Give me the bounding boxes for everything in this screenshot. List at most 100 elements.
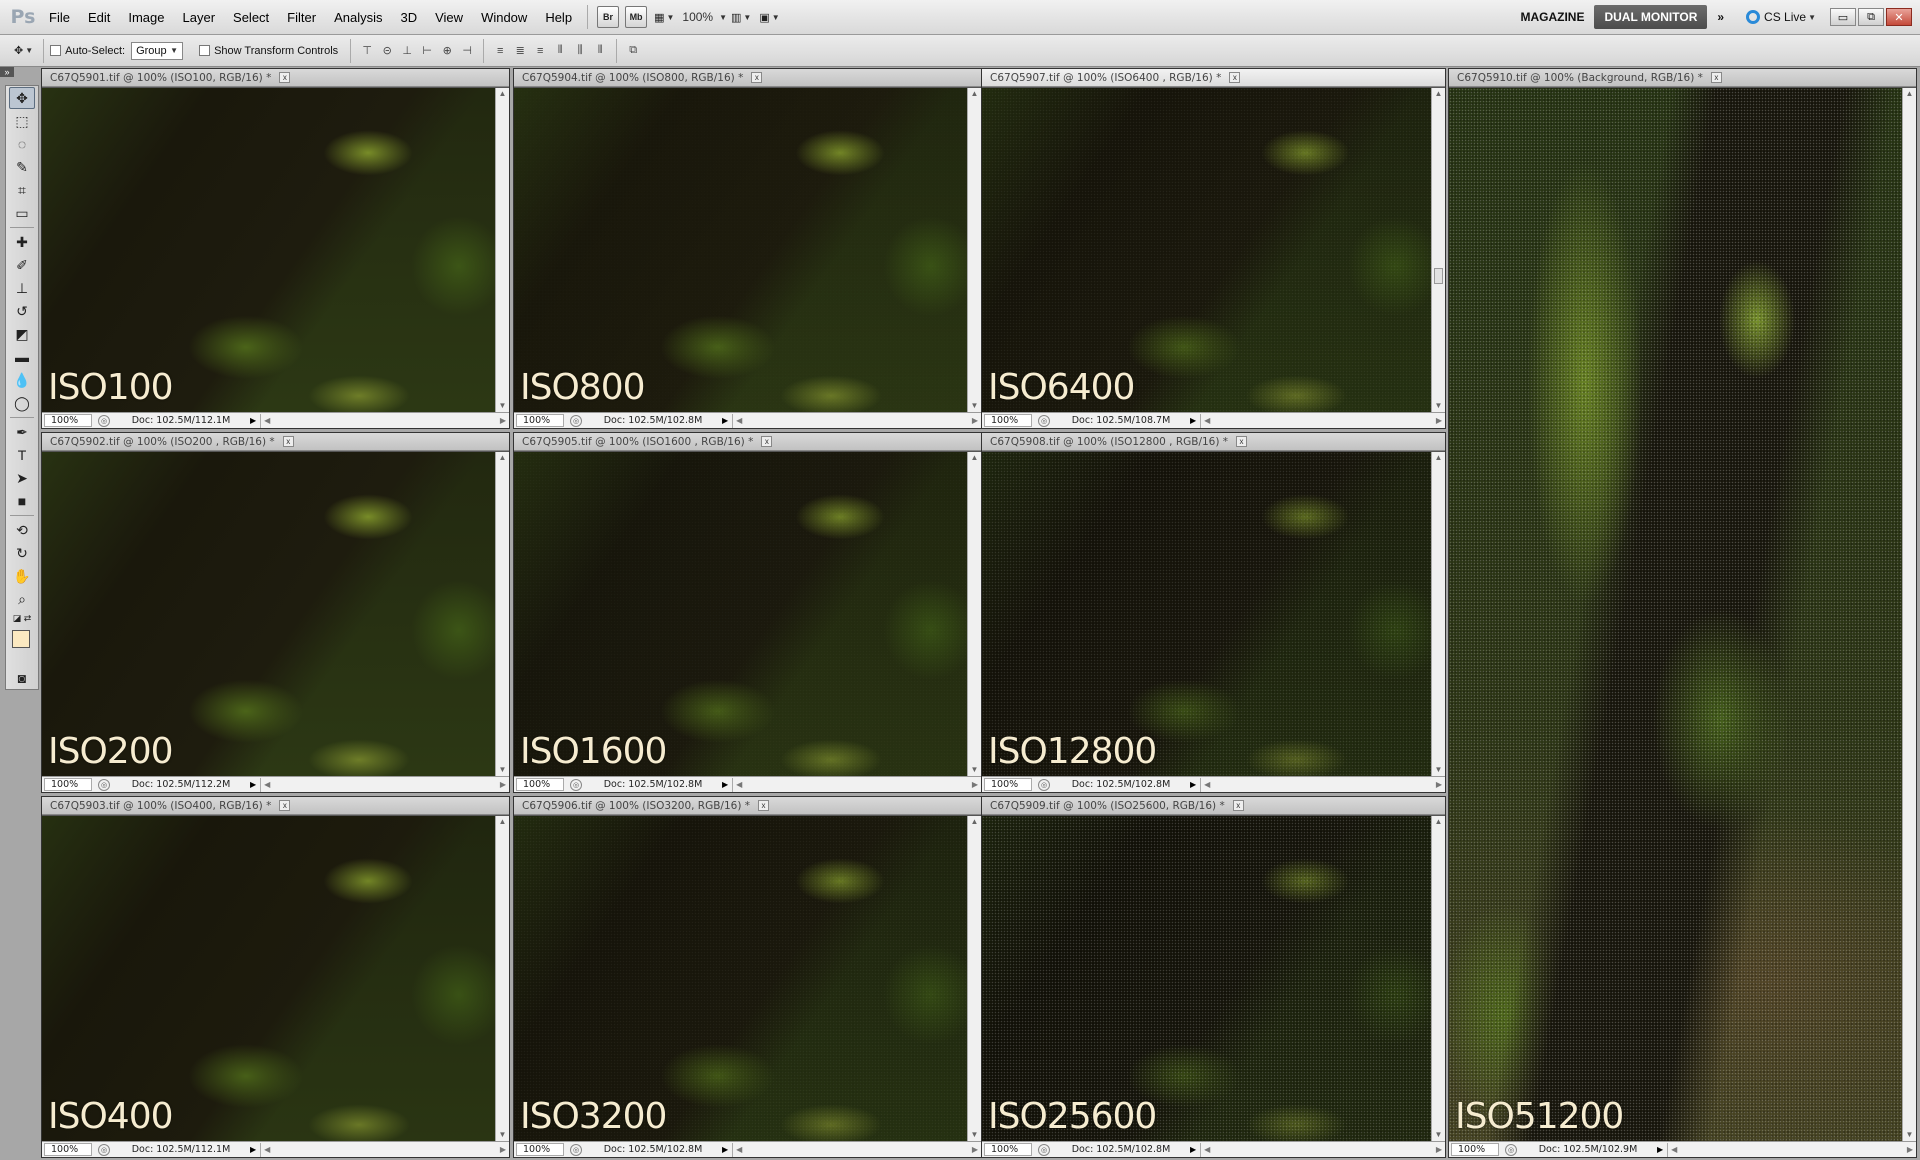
close-icon[interactable]: x bbox=[1232, 800, 1244, 811]
vertical-scrollbar[interactable]: ▲ ▼ bbox=[967, 816, 981, 1141]
zoom-level-field[interactable]: 100% bbox=[678, 10, 717, 24]
status-menu-arrow-icon[interactable]: ▶ bbox=[1190, 416, 1196, 425]
hand-tool-icon[interactable]: ✋ bbox=[9, 565, 35, 587]
align-top-icon[interactable]: ⊤ bbox=[359, 43, 375, 59]
align-hcenter-icon[interactable]: ⊕ bbox=[439, 43, 455, 59]
status-options-icon[interactable]: ◎ bbox=[1038, 414, 1050, 427]
document-tab[interactable]: C67Q5903.tif @ 100% (ISO400, RGB/16) * x bbox=[42, 797, 509, 815]
history-brush-tool-icon[interactable]: ↺ bbox=[9, 300, 35, 322]
status-options-icon[interactable]: ◎ bbox=[98, 1143, 110, 1156]
zoom-field[interactable]: 100% bbox=[44, 778, 92, 791]
close-icon[interactable]: x bbox=[751, 72, 763, 83]
horizontal-scrollbar[interactable]: ◀ ▶ bbox=[732, 777, 981, 792]
zoom-field[interactable]: 100% bbox=[984, 778, 1032, 791]
status-options-icon[interactable]: ◎ bbox=[570, 778, 582, 791]
scroll-up-icon[interactable]: ▲ bbox=[968, 816, 981, 828]
scroll-down-icon[interactable]: ▼ bbox=[1432, 400, 1445, 412]
image-canvas[interactable]: ISO6400 bbox=[982, 88, 1431, 412]
horizontal-scrollbar[interactable]: ◀ ▶ bbox=[260, 413, 509, 428]
image-canvas[interactable]: ISO3200 bbox=[514, 816, 967, 1141]
close-button[interactable]: ✕ bbox=[1886, 8, 1912, 26]
vertical-scrollbar[interactable]: ▲ ▼ bbox=[495, 452, 509, 776]
chevron-down-icon[interactable]: ▼ bbox=[719, 13, 727, 22]
horizontal-scrollbar[interactable]: ◀ ▶ bbox=[1200, 1142, 1445, 1157]
scroll-down-icon[interactable]: ▼ bbox=[968, 764, 981, 776]
quick-selection-tool-icon[interactable]: ✎ bbox=[9, 156, 35, 178]
image-canvas[interactable]: ISO200 bbox=[42, 452, 495, 776]
horizontal-scrollbar[interactable]: ◀ ▶ bbox=[732, 413, 981, 428]
zoom-field[interactable]: 100% bbox=[516, 778, 564, 791]
eraser-tool-icon[interactable]: ◩ bbox=[9, 323, 35, 345]
vertical-scrollbar[interactable]: ▲ ▼ bbox=[967, 452, 981, 776]
distribute-left-icon[interactable]: ⦀ bbox=[552, 43, 568, 59]
vertical-scrollbar[interactable]: ▲ ▼ bbox=[495, 88, 509, 412]
cs-live-menu[interactable]: CS Live ▼ bbox=[1746, 10, 1816, 24]
horizontal-scrollbar[interactable]: ◀ ▶ bbox=[1200, 413, 1445, 428]
align-bottom-icon[interactable]: ⊥ bbox=[399, 43, 415, 59]
restore-button[interactable]: ⧉ bbox=[1858, 8, 1884, 26]
bridge-button[interactable]: Br bbox=[597, 6, 620, 28]
gradient-tool-icon[interactable]: ▬ bbox=[9, 346, 35, 368]
quick-mask-icon[interactable]: ◙ bbox=[9, 667, 35, 689]
document-tab[interactable]: C67Q5909.tif @ 100% (ISO25600, RGB/16) *… bbox=[982, 797, 1445, 815]
scroll-right-icon[interactable]: ▶ bbox=[1436, 1145, 1442, 1154]
image-canvas[interactable]: ISO25600 bbox=[982, 816, 1431, 1141]
status-options-icon[interactable]: ◎ bbox=[1038, 1143, 1050, 1156]
scroll-right-icon[interactable]: ▶ bbox=[972, 780, 978, 789]
path-selection-tool-icon[interactable]: ➤ bbox=[9, 467, 35, 489]
image-canvas[interactable]: ISO100 bbox=[42, 88, 495, 412]
scroll-right-icon[interactable]: ▶ bbox=[1436, 780, 1442, 789]
scroll-up-icon[interactable]: ▲ bbox=[1432, 816, 1445, 828]
status-menu-arrow-icon[interactable]: ▶ bbox=[250, 1145, 256, 1154]
menu-3d[interactable]: 3D bbox=[391, 0, 426, 35]
scroll-up-icon[interactable]: ▲ bbox=[1432, 452, 1445, 464]
scroll-left-icon[interactable]: ◀ bbox=[264, 416, 270, 425]
menu-file[interactable]: File bbox=[40, 0, 79, 35]
menu-layer[interactable]: Layer bbox=[174, 0, 225, 35]
status-menu-arrow-icon[interactable]: ▶ bbox=[722, 780, 728, 789]
foreground-color-swatch[interactable] bbox=[12, 630, 30, 648]
zoom-tool-icon[interactable]: ⌕ bbox=[9, 588, 35, 610]
close-icon[interactable]: x bbox=[758, 800, 770, 811]
ruler-tool-icon[interactable]: ▭ bbox=[9, 202, 35, 224]
scroll-left-icon[interactable]: ◀ bbox=[736, 416, 742, 425]
distribute-vcenter-icon[interactable]: ≣ bbox=[512, 43, 528, 59]
pen-tool-icon[interactable]: ✒ bbox=[9, 421, 35, 443]
align-left-icon[interactable]: ⊢ bbox=[419, 43, 435, 59]
scroll-left-icon[interactable]: ◀ bbox=[736, 1145, 742, 1154]
vertical-scrollbar[interactable]: ▲ ▼ bbox=[967, 88, 981, 412]
status-options-icon[interactable]: ◎ bbox=[570, 1143, 582, 1156]
scroll-left-icon[interactable]: ◀ bbox=[1204, 780, 1210, 789]
distribute-bottom-icon[interactable]: ≡ bbox=[532, 43, 548, 59]
menu-filter[interactable]: Filter bbox=[278, 0, 325, 35]
scroll-right-icon[interactable]: ▶ bbox=[500, 1145, 506, 1154]
3d-rotate-tool-icon[interactable]: ⟲ bbox=[9, 519, 35, 541]
status-menu-arrow-icon[interactable]: ▶ bbox=[1657, 1145, 1663, 1154]
scroll-down-icon[interactable]: ▼ bbox=[496, 400, 509, 412]
tool-preset-picker[interactable]: ✥ ▼ bbox=[13, 40, 34, 62]
shape-tool-icon[interactable]: ■ bbox=[9, 490, 35, 512]
document-tab[interactable]: C67Q5904.tif @ 100% (ISO800, RGB/16) * x bbox=[514, 69, 981, 87]
panel-collapse-icon[interactable]: » bbox=[0, 67, 14, 77]
scroll-thumb[interactable] bbox=[1434, 268, 1443, 284]
distribute-top-icon[interactable]: ≡ bbox=[492, 43, 508, 59]
horizontal-scrollbar[interactable]: ◀ ▶ bbox=[1200, 777, 1445, 792]
document-tab[interactable]: C67Q5907.tif @ 100% (ISO6400 , RGB/16) *… bbox=[982, 69, 1445, 87]
close-icon[interactable]: x bbox=[279, 72, 291, 83]
document-tab[interactable]: C67Q5905.tif @ 100% (ISO1600 , RGB/16) *… bbox=[514, 433, 981, 451]
status-menu-arrow-icon[interactable]: ▶ bbox=[1190, 1145, 1196, 1154]
status-menu-arrow-icon[interactable]: ▶ bbox=[1190, 780, 1196, 789]
vertical-scrollbar[interactable]: ▲ ▼ bbox=[1431, 452, 1445, 776]
status-menu-arrow-icon[interactable]: ▶ bbox=[250, 416, 256, 425]
type-tool-icon[interactable]: T bbox=[9, 444, 35, 466]
close-icon[interactable]: x bbox=[282, 436, 294, 447]
scroll-left-icon[interactable]: ◀ bbox=[264, 1145, 270, 1154]
workspace-dual-monitor[interactable]: DUAL MONITOR bbox=[1594, 5, 1708, 29]
auto-select-dropdown[interactable]: Group ▼ bbox=[131, 41, 184, 60]
menu-window[interactable]: Window bbox=[472, 0, 536, 35]
align-right-icon[interactable]: ⊣ bbox=[459, 43, 475, 59]
status-options-icon[interactable]: ◎ bbox=[570, 414, 582, 427]
image-canvas[interactable]: ISO12800 bbox=[982, 452, 1431, 776]
zoom-field[interactable]: 100% bbox=[984, 1143, 1032, 1156]
vertical-scrollbar[interactable]: ▲ ▼ bbox=[1902, 88, 1916, 1141]
